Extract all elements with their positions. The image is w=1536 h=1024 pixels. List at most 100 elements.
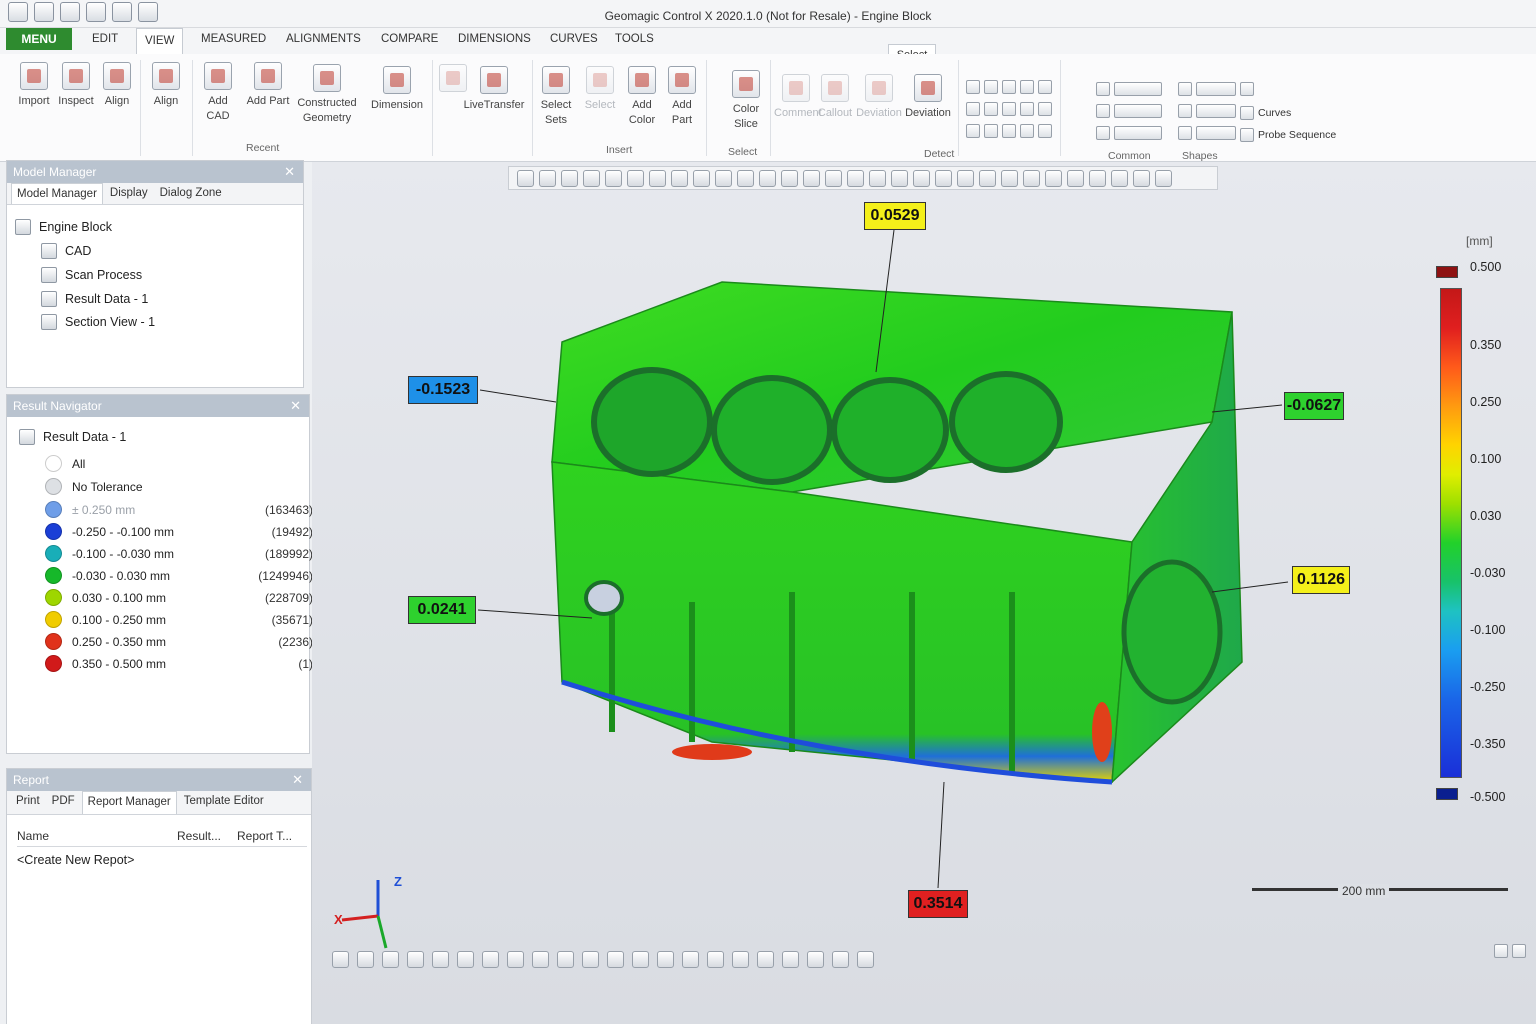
deviation-range-item[interactable]: ± 0.250 mm (163463) — [45, 501, 313, 518]
common-tool-icon[interactable] — [1114, 82, 1162, 96]
create-new-report-row[interactable]: <Create New Repot> — [17, 853, 134, 867]
select-sets-button[interactable]: Select Sets — [536, 66, 576, 128]
tool-icon[interactable] — [857, 951, 874, 968]
add-part-select-button[interactable]: Add Part — [662, 66, 702, 128]
deviation-range-item[interactable]: 0.350 - 0.500 mm (1) — [45, 655, 313, 672]
tab-compare[interactable]: COMPARE — [373, 32, 446, 46]
tool-icon[interactable] — [682, 951, 699, 968]
callout-label-right-bottom[interactable]: 0.1126 — [1292, 566, 1350, 594]
tab-template-editor[interactable]: Template Editor — [179, 791, 269, 814]
tool-icon[interactable] — [966, 80, 980, 94]
close-pane-icon[interactable]: ✕ — [284, 161, 295, 183]
callout-label-left-top[interactable]: -0.1523 — [408, 376, 478, 404]
deviation-range-item[interactable]: 0.030 - 0.100 mm (228709) — [45, 589, 313, 606]
tool-icon[interactable] — [607, 951, 624, 968]
tool-icon[interactable] — [482, 951, 499, 968]
tab-report-manager[interactable]: Report Manager — [81, 791, 177, 814]
close-pane-icon[interactable]: ✕ — [290, 395, 301, 417]
tool-icon[interactable] — [557, 951, 574, 968]
tab-tools[interactable]: TOOLS — [607, 32, 662, 46]
common-tool-icon[interactable] — [1114, 126, 1162, 140]
tool-icon[interactable] — [532, 951, 549, 968]
shape-tool-icon[interactable] — [1240, 82, 1254, 96]
tool-icon[interactable] — [657, 951, 674, 968]
tool-icon[interactable] — [732, 951, 749, 968]
deviation-range-item[interactable]: -0.100 - -0.030 mm (189992) — [45, 545, 313, 562]
tab-dialog-zone[interactable]: Dialog Zone — [155, 183, 227, 204]
tool-icon[interactable] — [507, 951, 524, 968]
tree-item-section-view[interactable]: Section View - 1 — [41, 314, 155, 330]
tool-icon[interactable] — [1002, 80, 1016, 94]
select-button[interactable]: Select — [580, 66, 620, 113]
callout-label-right-top[interactable]: -0.0627 — [1284, 392, 1344, 420]
tab-print[interactable]: Print — [11, 791, 45, 814]
tool-icon[interactable] — [1020, 124, 1034, 138]
tree-item-scan-process[interactable]: Scan Process — [41, 267, 142, 283]
curves-button[interactable]: Curves — [1240, 106, 1291, 120]
tool-icon[interactable] — [966, 102, 980, 116]
deviation-range-item[interactable]: 0.250 - 0.350 mm (2236) — [45, 633, 313, 650]
filter-all[interactable]: All — [45, 455, 313, 472]
tool-icon[interactable] — [357, 951, 374, 968]
tool-icon[interactable] — [984, 124, 998, 138]
deviation-button-dim[interactable]: Deviation — [854, 74, 904, 121]
tab-alignments[interactable]: ALIGNMENTS — [278, 32, 369, 46]
tree-root-engine-block[interactable]: Engine Block — [15, 219, 112, 235]
legend-color-bar[interactable] — [1440, 288, 1462, 778]
tool-icon[interactable] — [332, 951, 349, 968]
status-icon[interactable] — [1512, 944, 1526, 958]
tool-icon[interactable] — [407, 951, 424, 968]
import-button[interactable]: Import — [14, 62, 54, 109]
probe-sequence-button[interactable]: Probe Sequence — [1240, 128, 1336, 142]
tree-item-cad[interactable]: CAD — [41, 243, 91, 259]
tool-icon[interactable] — [457, 951, 474, 968]
shape-tool-icon[interactable] — [1178, 104, 1192, 118]
tool-icon[interactable] — [1038, 124, 1052, 138]
add-color-button[interactable]: Add Color — [622, 66, 662, 128]
menu-button[interactable]: MENU — [6, 28, 72, 50]
align-button[interactable]: Align — [98, 62, 136, 109]
tab-dimensions[interactable]: DIMENSIONS — [450, 32, 539, 46]
tool-icon[interactable] — [1038, 102, 1052, 116]
livetransfer-button[interactable]: LiveTransfer — [460, 66, 528, 113]
constructed-geometry-button[interactable]: Constructed Geometry — [294, 64, 360, 126]
add-cad-button[interactable]: Add CAD — [198, 62, 238, 124]
tool-icon[interactable] — [832, 951, 849, 968]
tool-icon[interactable] — [1038, 80, 1052, 94]
column-report-template[interactable]: Report T... — [237, 829, 292, 843]
tab-display[interactable]: Display — [105, 183, 153, 204]
add-part-button[interactable]: Add Part — [246, 62, 290, 109]
shape-tool-icon[interactable] — [1196, 82, 1236, 96]
align-button-2[interactable]: Align — [146, 62, 186, 109]
tool-icon[interactable] — [382, 951, 399, 968]
common-tool-icon[interactable] — [1114, 104, 1162, 118]
tool-icon[interactable] — [1020, 80, 1034, 94]
deviation-range-item[interactable]: -0.030 - 0.030 mm (1249946) — [45, 567, 313, 584]
deviation-range-item[interactable]: 0.100 - 0.250 mm (35671) — [45, 611, 313, 628]
tool-icon[interactable] — [782, 951, 799, 968]
callout-label-left-bottom[interactable]: 0.0241 — [408, 596, 476, 624]
tree-item-result-data[interactable]: Result Data - 1 — [41, 291, 148, 307]
tool-icon[interactable] — [707, 951, 724, 968]
tool-icon[interactable] — [984, 102, 998, 116]
tool-icon[interactable] — [1020, 102, 1034, 116]
3d-viewport[interactable]: 0.0529 -0.1523 -0.0627 0.0241 0.1126 0.3… — [312, 162, 1536, 1024]
tool-icon[interactable] — [1002, 102, 1016, 116]
common-tool-icon[interactable] — [1096, 104, 1110, 118]
column-name[interactable]: Name — [17, 829, 177, 843]
result-selector[interactable]: Result Data - 1 — [19, 429, 126, 445]
comment-button[interactable]: Comment — [774, 74, 822, 121]
close-pane-icon[interactable]: ✕ — [292, 769, 303, 791]
column-result[interactable]: Result... — [177, 829, 237, 843]
tab-curves[interactable]: CURVES — [542, 32, 606, 46]
tool-icon[interactable] — [966, 124, 980, 138]
callout-label-top[interactable]: 0.0529 — [864, 202, 926, 230]
tab-view[interactable]: VIEW — [136, 28, 184, 54]
callout-label-bottom[interactable]: 0.3514 — [908, 890, 968, 918]
tool-icon[interactable] — [582, 951, 599, 968]
status-icon[interactable] — [1494, 944, 1508, 958]
shape-tool-icon[interactable] — [1196, 104, 1236, 118]
inspect-button[interactable]: Inspect — [56, 62, 96, 109]
shape-tool-icon[interactable] — [1178, 126, 1192, 140]
callout-button[interactable]: Callout — [816, 74, 854, 121]
